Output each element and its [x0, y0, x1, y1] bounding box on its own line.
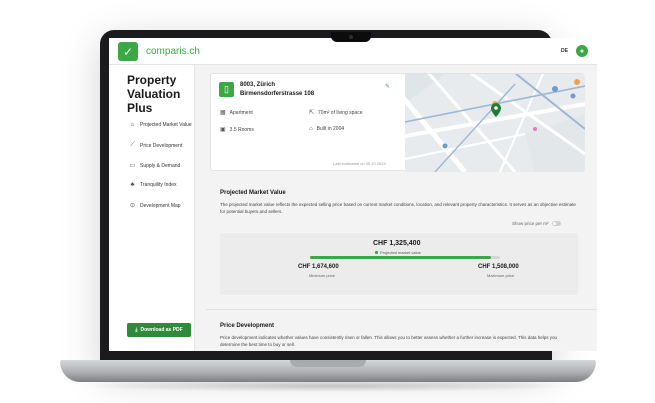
rooms-text: 3.5 Rooms	[229, 126, 254, 133]
property-type: ▦ Apartment	[220, 109, 253, 117]
property-street: Birmensdorferstrasse 108	[240, 91, 315, 97]
price-development-description: Price development indicates whether valu…	[220, 335, 558, 347]
apartment-icon: ▦	[220, 110, 226, 116]
area-icon: ⇱	[309, 110, 315, 116]
camera-icon	[349, 35, 353, 39]
projected-market-value-description: The projected market value reflects the …	[220, 202, 576, 214]
top-bar: ✓ comparis.ch DE ●	[109, 38, 597, 65]
edit-pencil-icon[interactable]: ✎	[385, 83, 390, 90]
sidebar-item-label: Supply & Demand	[140, 162, 181, 169]
property-city: 8003, Zürich	[240, 82, 276, 88]
sidebar-item-label: Tranquility Index	[140, 182, 177, 188]
tree-icon: ♣	[130, 182, 135, 188]
price-range-bar	[310, 256, 500, 259]
house-icon: ⌂	[309, 126, 313, 132]
last-evaluated: Last evaluated on 05.10.2024	[333, 161, 386, 166]
download-icon: ⤓	[135, 327, 138, 333]
property-type-text: Apartment	[229, 109, 253, 116]
legend-swatch	[375, 251, 378, 254]
location-map[interactable]	[405, 74, 585, 172]
sidebar-title: Property Valuation Plus	[127, 73, 181, 115]
sidebar-item-supply-demand[interactable]: ▭ Supply & Demand	[129, 162, 181, 170]
minimum-price-value: CHF 1,674,600	[298, 264, 339, 270]
section-divider	[206, 309, 597, 310]
sidebar-item-price-development[interactable]: ⟋ Price Development	[129, 142, 182, 149]
rooms-icon: ▣	[220, 127, 226, 133]
user-avatar-icon[interactable]: ●	[576, 45, 588, 57]
app-screen: ✓ comparis.ch DE ● Property Valuation Pl…	[109, 38, 597, 351]
price-per-m2-toggle[interactable]	[551, 221, 561, 226]
price-per-m2-label: Show price per m²	[512, 221, 549, 226]
trend-chart-icon: ⟋	[130, 142, 135, 148]
built-text: Built in 2004	[316, 126, 345, 132]
language-switch[interactable]: DE	[561, 48, 568, 54]
main-content: ▯ 8003, Zürich Birmensdorferstrasse 108 …	[206, 65, 597, 351]
projected-value: CHF 1,325,400	[373, 240, 421, 247]
property-built: ⌂ Built in 2004	[309, 126, 344, 132]
calendar-icon: ▭	[129, 163, 136, 169]
sidebar-item-tranquility-index[interactable]: ♣ Tranquility Index	[129, 182, 177, 188]
price-per-m2-toggle-row[interactable]: Show price per m²	[512, 221, 561, 226]
projected-value-label: Projected market value	[380, 250, 421, 255]
check-logo-icon[interactable]: ✓	[118, 42, 138, 61]
building-door-icon: ▯	[219, 82, 234, 97]
maximum-price-value: CHF 1,508,000	[478, 264, 519, 270]
projected-market-value-title: Projected Market Value	[220, 190, 286, 196]
property-rooms: ▣ 3.5 Rooms	[220, 126, 254, 134]
maximum-price-label: Maximum price	[487, 273, 515, 278]
living-space-text: 70m² of living space	[318, 109, 363, 116]
projected-value-legend: Projected market value	[375, 250, 421, 255]
sidebar: Property Valuation Plus ⌂ Projected Mark…	[109, 65, 195, 351]
sidebar-item-development-map[interactable]: ⊙ Development Map	[129, 202, 181, 210]
download-pdf-label: Download as PDF	[140, 327, 183, 333]
download-pdf-button[interactable]: ⤓ Download as PDF	[127, 323, 191, 337]
sidebar-item-projected-market-value[interactable]: ⌂ Projected Market Value	[129, 122, 192, 128]
tag-icon: ⌂	[130, 122, 135, 128]
sidebar-item-label: Projected Market Value	[140, 122, 192, 128]
laptop-hinge-groove	[290, 360, 366, 367]
property-card: ▯ 8003, Zürich Birmensdorferstrasse 108 …	[210, 73, 585, 172]
map-pin-icon: ⊙	[129, 203, 136, 209]
sidebar-item-label: Development Map	[140, 202, 181, 209]
price-development-title: Price Development	[220, 323, 275, 329]
sidebar-item-label: Price Development	[140, 142, 183, 149]
brand-logo-text[interactable]: comparis.ch	[146, 46, 200, 57]
property-living-space: ⇱ 70m² of living space	[309, 109, 363, 117]
minimum-price-label: Minimum price	[309, 273, 336, 278]
map-graphic	[405, 74, 585, 172]
price-range-fill	[310, 256, 491, 259]
